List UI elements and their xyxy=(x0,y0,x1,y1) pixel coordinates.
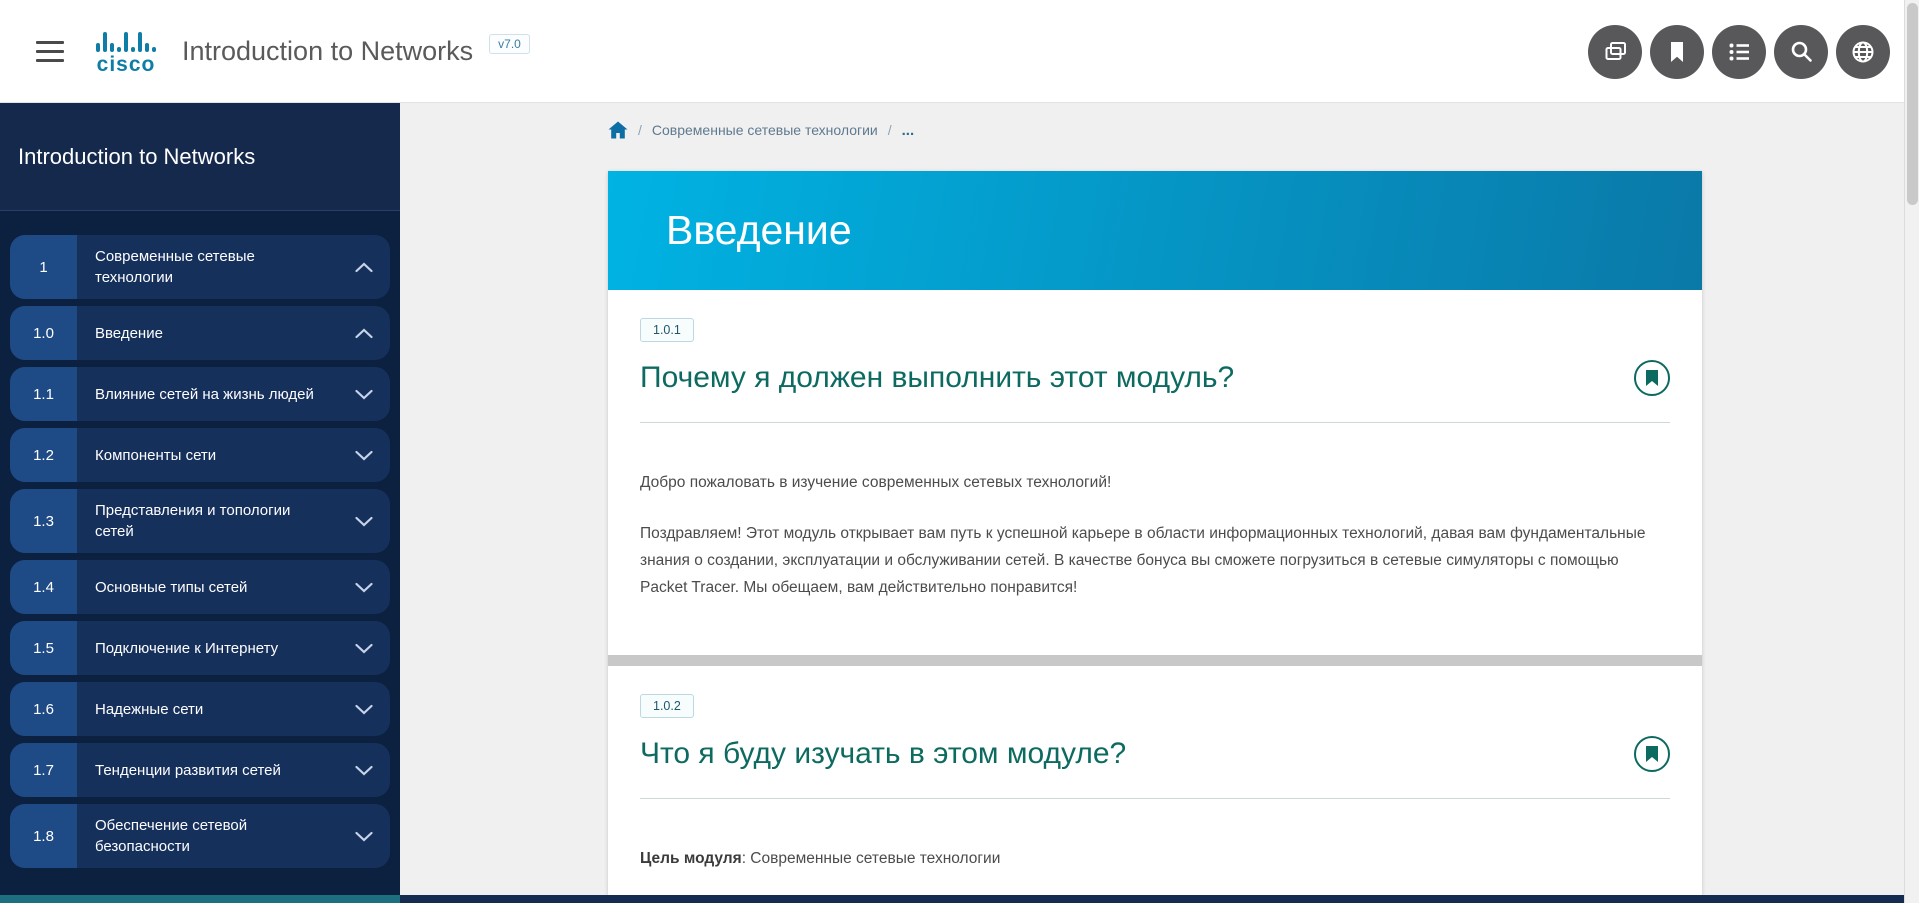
item-label: Компоненты сети xyxy=(77,428,338,482)
topic-badge: 1.0.1 xyxy=(640,318,694,342)
sidebar-item-1-3[interactable]: 1.3 Представления и топологии сетей xyxy=(10,489,390,553)
paragraph: Поздравляем! Этот модуль открывает вам п… xyxy=(640,520,1670,601)
search-icon[interactable] xyxy=(1774,25,1828,79)
sidebar-item-1-8[interactable]: 1.8 Обеспечение сетевой безопасности xyxy=(10,804,390,868)
bookmark-topic-button[interactable] xyxy=(1634,736,1670,772)
course-sidebar: Introduction to Networks 1 Современные с… xyxy=(0,103,400,895)
topic-heading: Что я буду изучать в этом модуле? xyxy=(640,737,1126,771)
chevron-down-icon[interactable] xyxy=(338,621,390,675)
lesson-body: 1.0.1 Почему я должен выполнить этот мод… xyxy=(608,290,1702,872)
item-label: Подключение к Интернету xyxy=(77,621,338,675)
heading-divider xyxy=(640,798,1670,799)
sidebar-item-1-0[interactable]: 1.0 Введение xyxy=(10,306,390,360)
cisco-logo: cisco xyxy=(96,28,156,75)
index-icon[interactable] xyxy=(1712,25,1766,79)
cisco-logo-text: cisco xyxy=(97,54,156,75)
module-goal: Цель модуля: Современные сетевые техноло… xyxy=(640,845,1670,872)
item-label: Обеспечение сетевой безопасности xyxy=(77,804,338,868)
lesson-card: Введение 1.0.1 Почему я должен выполнить… xyxy=(608,171,1702,895)
item-number: 1.2 xyxy=(10,428,77,482)
item-label: Влияние сетей на жизнь людей xyxy=(77,367,338,421)
version-badge: v7.0 xyxy=(489,34,530,54)
sidebar-item-1-5[interactable]: 1.5 Подключение к Интернету xyxy=(10,621,390,675)
item-label: Представления и топологии сетей xyxy=(77,489,338,553)
chevron-up-icon[interactable] xyxy=(338,235,390,299)
item-label: Современные сетевые технологии xyxy=(77,235,338,299)
hamburger-menu-icon[interactable] xyxy=(36,41,64,62)
module-goal-label: Цель модуля xyxy=(640,850,742,867)
section-banner-title: Введение xyxy=(666,207,852,254)
bookmark-icon[interactable] xyxy=(1650,25,1704,79)
sidebar-item-1-2[interactable]: 1.2 Компоненты сети xyxy=(10,428,390,482)
chevron-down-icon[interactable] xyxy=(338,682,390,736)
item-number: 1.6 xyxy=(10,682,77,736)
sidebar-item-1-1[interactable]: 1.1 Влияние сетей на жизнь людей xyxy=(10,367,390,421)
item-number: 1.3 xyxy=(10,489,77,553)
globe-icon[interactable] xyxy=(1836,25,1890,79)
sidebar-item-1-4[interactable]: 1.4 Основные типы сетей xyxy=(10,560,390,614)
sidebar-bottom-accent xyxy=(0,895,400,903)
cisco-logo-bars-icon xyxy=(96,28,156,52)
bottom-bar xyxy=(0,895,1919,903)
item-label: Тенденции развития сетей xyxy=(77,743,338,797)
section-divider-bar xyxy=(608,655,1702,666)
app-header: cisco Introduction to Networks v7.0 xyxy=(0,0,1919,103)
item-number: 1.1 xyxy=(10,367,77,421)
breadcrumb-separator: / xyxy=(888,122,892,138)
breadcrumb-separator: / xyxy=(638,122,642,138)
chevron-down-icon[interactable] xyxy=(338,804,390,868)
breadcrumb-ellipsis[interactable]: ... xyxy=(902,122,915,139)
sidebar-item-1[interactable]: 1 Современные сетевые технологии xyxy=(10,235,390,299)
breadcrumb-module-link[interactable]: Современные сетевые технологии xyxy=(652,122,878,138)
page-scrollbar[interactable] xyxy=(1904,0,1919,903)
module-goal-text: : Современные сетевые технологии xyxy=(742,850,1001,867)
chevron-down-icon[interactable] xyxy=(338,428,390,482)
item-number: 1.5 xyxy=(10,621,77,675)
item-number: 1.0 xyxy=(10,306,77,360)
module-nav: 1 Современные сетевые технологии 1.0 Вве… xyxy=(0,211,400,868)
header-toolbar xyxy=(1588,0,1890,103)
chevron-down-icon[interactable] xyxy=(338,367,390,421)
chevron-up-icon[interactable] xyxy=(338,306,390,360)
heading-divider xyxy=(640,422,1670,423)
topic-heading: Почему я должен выполнить этот модуль? xyxy=(640,361,1234,395)
sidebar-item-1-7[interactable]: 1.7 Тенденции развития сетей xyxy=(10,743,390,797)
home-icon[interactable] xyxy=(608,121,628,139)
bookmark-topic-button[interactable] xyxy=(1634,360,1670,396)
item-label: Основные типы сетей xyxy=(77,560,338,614)
sidebar-course-title: Introduction to Networks xyxy=(0,103,400,211)
item-number: 1 xyxy=(10,235,77,299)
collections-icon[interactable] xyxy=(1588,25,1642,79)
chevron-down-icon[interactable] xyxy=(338,489,390,553)
sidebar-item-1-6[interactable]: 1.6 Надежные сети xyxy=(10,682,390,736)
scrollbar-thumb[interactable] xyxy=(1907,3,1918,205)
item-label: Введение xyxy=(77,306,338,360)
breadcrumb: / Современные сетевые технологии / ... xyxy=(608,121,914,139)
item-number: 1.7 xyxy=(10,743,77,797)
chevron-down-icon[interactable] xyxy=(338,560,390,614)
topic-badge: 1.0.2 xyxy=(640,694,694,718)
paragraph: Добро пожаловать в изучение современных … xyxy=(640,469,1670,496)
course-title: Introduction to Networks xyxy=(182,36,473,67)
section-banner: Введение xyxy=(608,171,1702,290)
item-number: 1.8 xyxy=(10,804,77,868)
item-label: Надежные сети xyxy=(77,682,338,736)
chevron-down-icon[interactable] xyxy=(338,743,390,797)
item-number: 1.4 xyxy=(10,560,77,614)
content-area: / Современные сетевые технологии / ... В… xyxy=(400,103,1904,895)
